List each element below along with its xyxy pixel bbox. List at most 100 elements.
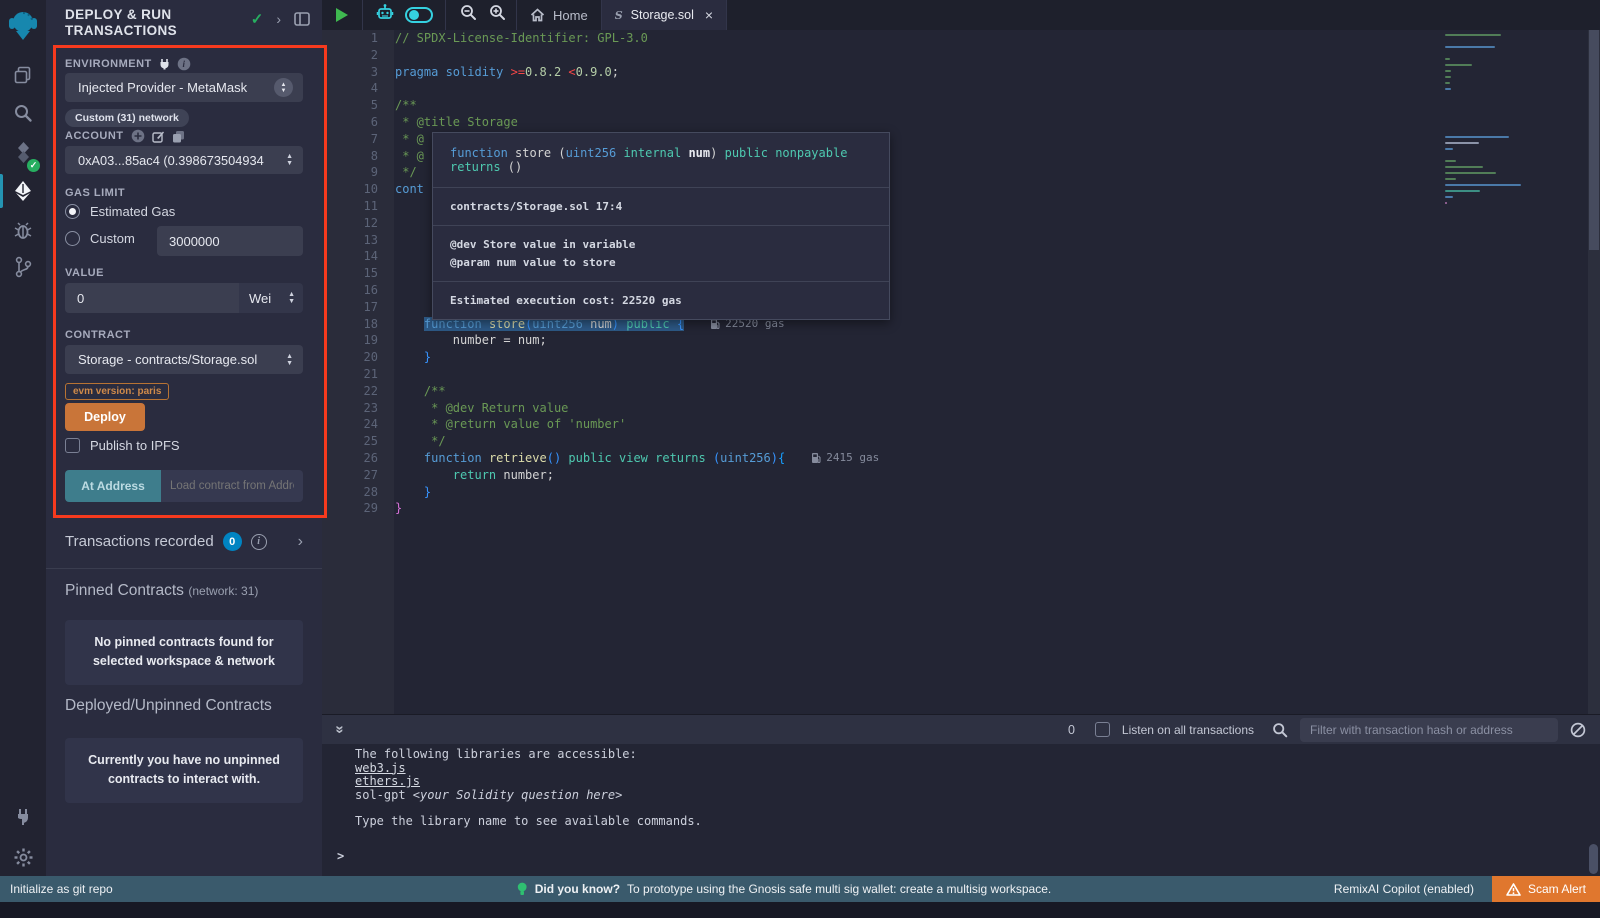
code-line-4[interactable]: 4 [322,80,1600,97]
add-account-icon[interactable] [131,129,145,143]
copilot-toggle[interactable] [405,7,433,23]
listen-transactions-checkbox[interactable] [1095,722,1110,737]
plug-icon[interactable] [159,58,170,70]
editor-scrollbar[interactable] [1588,30,1600,714]
home-icon [530,8,545,22]
terminal-tx-count: 0 [1068,723,1075,737]
line-number: 26 [322,450,378,467]
run-script-button[interactable] [336,8,348,22]
transaction-filter-input[interactable] [1300,718,1558,742]
zoom-in-icon[interactable] [489,4,506,26]
minimap-line [1445,196,1453,198]
copilot-status[interactable]: RemixAI Copilot (enabled) [1334,882,1474,896]
tooltip-gas-estimate: Estimated execution cost: 22520 gas [433,282,889,319]
code-line-22[interactable]: 22 /** [322,383,1600,400]
editor-minimap[interactable] [1445,34,1525,234]
ethersjs-link[interactable]: ethers.js [355,774,420,788]
stepper-icon: ▲▼ [286,153,293,167]
environment-select[interactable]: Injected Provider - MetaMask ▲▼ [65,73,303,102]
custom-gas-radio[interactable]: Custom [65,231,135,246]
terminal-intro-line: The following libraries are accessible: [322,748,1600,762]
terminal-collapse-icon[interactable]: » [332,725,349,733]
at-address-button[interactable]: At Address [65,470,161,502]
value-unit-select[interactable]: Wei ▲▼ [239,283,303,313]
code-editor[interactable]: 1// SPDX-License-Identifier: GPL-3.023pr… [322,30,1600,714]
line-number: 13 [322,232,378,249]
git-init-status[interactable]: Initialize as git repo [10,882,113,896]
scrollbar-thumb[interactable] [1589,30,1599,250]
listen-transactions-label: Listen on all transactions [1122,723,1254,737]
code-line-28[interactable]: 28 } [322,484,1600,501]
estimated-gas-radio[interactable]: Estimated Gas [65,204,175,219]
terminal-output[interactable]: The following libraries are accessible: … [322,744,1600,876]
file-explorer-icon[interactable] [0,58,46,92]
account-select[interactable]: 0xA03...85ac4 (0.398673504934 ▲▼ [65,146,303,174]
network-badge: Custom (31) network [65,109,189,127]
code-line-26[interactable]: 26 function retrieve() public view retur… [322,450,1600,467]
ai-copilot-icon[interactable] [375,3,395,28]
deploy-button[interactable]: Deploy [65,403,145,431]
code-line-5[interactable]: 5/** [322,97,1600,114]
environment-info-icon[interactable]: i [177,57,191,71]
pinned-contracts-title: Pinned Contracts (network: 31) [65,582,258,600]
line-number: 14 [322,248,378,265]
code-line-3[interactable]: 3pragma solidity >=0.8.2 <0.9.0; [322,64,1600,81]
value-input[interactable] [65,283,239,313]
stepper-icon: ▲▼ [288,291,295,305]
code-line-1[interactable]: 1// SPDX-License-Identifier: GPL-3.0 [322,30,1600,47]
pin-panel-icon[interactable] [294,12,310,26]
remix-logo[interactable] [0,6,46,46]
close-tab-icon[interactable]: × [705,7,713,23]
line-number: 12 [322,215,378,232]
code-line-21[interactable]: 21 [322,366,1600,383]
did-you-know-tip: Did you know? To prototype using the Gno… [517,882,1052,897]
code-line-27[interactable]: 27 return number; [322,467,1600,484]
code-text: // SPDX-License-Identifier: GPL-3.0 [395,30,648,47]
minimap-line [1445,202,1447,204]
code-line-23[interactable]: 23 * @dev Return value [322,400,1600,417]
code-line-25[interactable]: 25 */ [322,433,1600,450]
evm-version-badge: evm version: paris [65,383,169,400]
line-number: 28 [322,484,378,501]
transactions-count-badge: 0 [223,532,242,551]
custom-gas-input[interactable] [157,226,303,256]
web3js-link[interactable]: web3.js [355,761,406,775]
code-text: * @ [395,131,424,148]
contract-select[interactable]: Storage - contracts/Storage.sol ▲▼ [65,345,303,374]
at-address-input[interactable] [161,470,303,502]
line-number: 16 [322,282,378,299]
code-line-29[interactable]: 29} [322,500,1600,517]
code-line-20[interactable]: 20 } [322,349,1600,366]
sign-message-icon[interactable] [152,130,165,143]
code-line-6[interactable]: 6 * @title Storage [322,114,1600,131]
recorder-info-icon[interactable]: i [251,534,267,550]
tab-home[interactable]: Home [517,0,601,30]
transactions-recorded-row[interactable]: Transactions recorded 0 i › [65,532,303,551]
search-icon[interactable] [0,96,46,130]
publish-ipfs-checkbox[interactable]: Publish to IPFS [65,438,180,453]
code-text: } [395,500,402,517]
checkbox-icon [65,438,80,453]
scam-alert-button[interactable]: Scam Alert [1492,876,1600,902]
terminal-scrollbar-thumb[interactable] [1589,844,1598,874]
panel-collapse-icon[interactable]: › [276,11,281,27]
remix-ide-window: ✓ DEPLOY & RUN TRANSACTIONS ✓ › [0,0,1600,918]
line-number: 6 [322,114,378,131]
zoom-out-icon[interactable] [460,4,477,26]
settings-icon[interactable] [0,840,46,874]
code-line-19[interactable]: 19 number = num; [322,332,1600,349]
debugger-icon[interactable] [0,214,46,248]
window-bottom-edge [0,902,1600,918]
code-line-24[interactable]: 24 * @return value of 'number' [322,416,1600,433]
minimap-line [1445,166,1483,168]
copy-account-icon[interactable] [172,130,185,143]
git-icon[interactable] [0,250,46,284]
tab-storage-sol[interactable]: S Storage.sol × [602,0,726,30]
recorder-expand-icon[interactable]: › [298,533,303,551]
deploy-run-icon[interactable] [0,174,46,208]
solidity-compiler-icon[interactable]: ✓ [0,136,46,170]
environment-label: ENVIRONMENT i [65,57,191,71]
clear-console-icon[interactable] [1570,722,1586,738]
plugin-manager-icon[interactable] [0,800,46,834]
code-line-2[interactable]: 2 [322,47,1600,64]
